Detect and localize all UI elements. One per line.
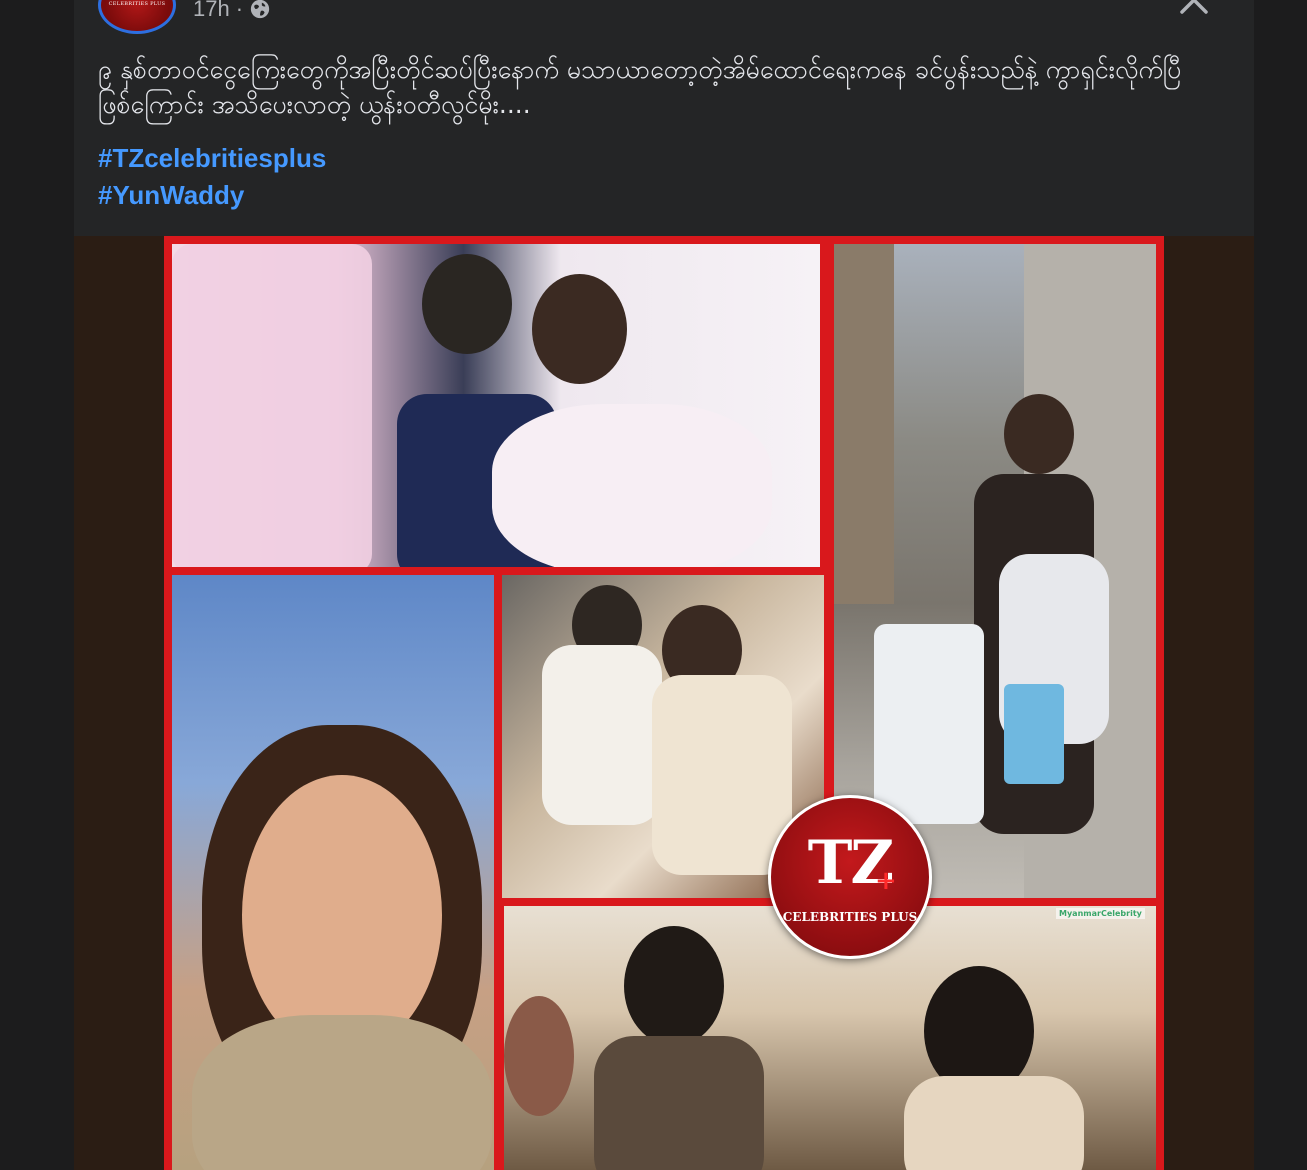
- close-icon[interactable]: [1174, 0, 1214, 20]
- hashtag-link[interactable]: #YunWaddy: [98, 177, 326, 214]
- post-header: CELEBRITIES PLUS 17h ·: [74, 0, 1254, 40]
- photo-selfie-portrait: [172, 575, 494, 1170]
- photo-couple-cake: [172, 244, 820, 567]
- post-time[interactable]: 17h: [193, 0, 230, 22]
- tz-logo: TZ + CELEBRITIES PLUS: [768, 795, 932, 959]
- meta-separator: ·: [235, 0, 244, 21]
- logo-text: TZ: [807, 828, 894, 898]
- post-meta: 17h ·: [193, 0, 271, 22]
- photo-street-mother-son: [834, 244, 1156, 898]
- photo-collage: TZ + CELEBRITIES PLUS MyanmarCelebrity: [164, 236, 1164, 1170]
- watermark: MyanmarCelebrity: [1056, 908, 1145, 919]
- hashtag-list: #TZcelebritiesplus #YunWaddy: [98, 140, 326, 214]
- avatar-label: CELEBRITIES PLUS: [108, 1, 166, 7]
- post-caption: ၉ နှစ်တာဝင်ငွေကြေးတွေကိုအပြီးတိုင်ဆပ်ပြီ…: [98, 55, 1182, 119]
- page-avatar[interactable]: CELEBRITIES PLUS: [98, 0, 176, 34]
- hashtag-link[interactable]: #TZcelebritiesplus: [98, 140, 326, 177]
- logo-plus: +: [875, 866, 897, 896]
- globe-icon[interactable]: [249, 0, 271, 20]
- post-image[interactable]: TZ + CELEBRITIES PLUS MyanmarCelebrity: [74, 236, 1254, 1170]
- post-card: CELEBRITIES PLUS 17h · ၉ နှစ်တာဝင်ငွေကြေ…: [74, 0, 1254, 1170]
- logo-subtitle: CELEBRITIES PLUS: [782, 910, 918, 924]
